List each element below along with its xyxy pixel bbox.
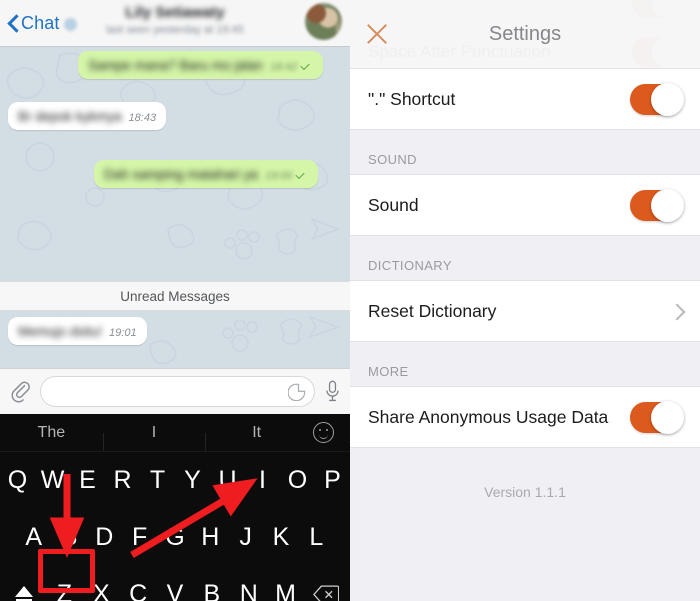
message-time: 19:00 — [264, 170, 293, 182]
message-time: 19:01 — [109, 327, 137, 339]
toggle-period-shortcut[interactable] — [630, 82, 684, 116]
key-e[interactable]: E — [70, 452, 105, 509]
chevron-left-icon — [8, 14, 19, 33]
key-l[interactable]: L — [299, 509, 334, 566]
row-label: Share Anonymous Usage Data — [368, 406, 609, 427]
prediction-bar: The I It — [0, 414, 350, 452]
message-row[interactable]: Dah samping matahari ya 19:00 — [94, 160, 319, 188]
prediction-candidate-2[interactable]: I — [102, 424, 206, 451]
key-j[interactable]: J — [228, 509, 263, 566]
message-meta: 18:42 — [270, 61, 314, 73]
chat-bubble-outgoing[interactable]: Sampe mana? Baru mo jalan 18:42 — [78, 51, 324, 79]
shift-key[interactable] — [2, 585, 46, 601]
keyboard-row-1: Q W E R T Y U I O P — [0, 452, 350, 509]
message-row[interactable]: Sampe mana? Baru mo jalan 18:42 — [78, 51, 324, 79]
key-x[interactable]: X — [83, 566, 120, 601]
key-y[interactable]: Y — [175, 452, 210, 509]
paperclip-icon[interactable] — [9, 380, 31, 404]
chat-panel: Chat Lily Setiawaty last seen yesterday … — [0, 0, 350, 601]
backspace-key[interactable] — [304, 585, 348, 601]
row-label: Sound — [368, 194, 419, 215]
message-text: Sampe mana? Baru mo jalan — [88, 58, 263, 73]
key-a[interactable]: A — [16, 509, 51, 566]
key-z[interactable]: Z — [46, 566, 83, 601]
message-row[interactable]: Memujo dsitu! 19:01 — [8, 317, 147, 345]
key-h[interactable]: H — [193, 509, 228, 566]
prediction-candidate-3[interactable]: It — [205, 424, 308, 451]
key-r[interactable]: R — [105, 452, 140, 509]
back-button[interactable]: Chat — [8, 12, 78, 34]
unread-count-badge — [64, 18, 78, 31]
settings-header: Settings — [350, 0, 700, 68]
key-k[interactable]: K — [263, 509, 298, 566]
key-p[interactable]: P — [315, 452, 350, 509]
settings-row-reset-dictionary[interactable]: Reset Dictionary — [350, 280, 700, 342]
chat-bubble-outgoing[interactable]: Dah samping matahari ya 19:00 — [94, 160, 319, 188]
key-b[interactable]: B — [193, 566, 230, 601]
message-text: Dah samping matahari ya — [104, 167, 258, 182]
page-title: Settings — [488, 22, 562, 45]
message-meta: 19:00 — [265, 170, 309, 182]
message-text: Br depok kykmya — [18, 109, 122, 124]
message-input[interactable] — [40, 376, 315, 407]
row-label: Reset Dictionary — [368, 300, 497, 321]
row-label: "." Shortcut — [368, 88, 456, 109]
chat-bubble-incoming[interactable]: Memujo dsitu! 19:01 — [8, 317, 147, 345]
chat-message-list-lower[interactable]: Memujo dsitu! 19:01 — [0, 311, 350, 368]
avatar[interactable] — [305, 3, 342, 40]
key-g[interactable]: G — [157, 509, 192, 566]
key-w[interactable]: W — [35, 452, 70, 509]
key-m[interactable]: M — [267, 566, 304, 601]
section-header-dictionary: DICTIONARY — [350, 236, 700, 280]
key-t[interactable]: T — [140, 452, 175, 509]
chat-bubble-incoming[interactable]: Br depok kykmya 18:43 — [8, 102, 167, 130]
microphone-icon[interactable] — [324, 379, 341, 404]
message-row[interactable]: Br depok kykmya 18:43 — [8, 102, 167, 130]
keyboard-row-3: Z X C V B N M — [0, 566, 350, 601]
smiley-icon — [312, 422, 334, 443]
emoji-button[interactable] — [308, 422, 338, 443]
version-label: Version 1.1.1 — [484, 484, 566, 500]
key-d[interactable]: D — [87, 509, 122, 566]
settings-panel: Space After Punctuation Settings "." Sho… — [350, 0, 700, 601]
message-meta: 18:43 — [129, 112, 157, 124]
chevron-right-icon — [671, 302, 682, 320]
section-header-sound: SOUND — [350, 130, 700, 174]
section-header-more: MORE — [350, 342, 700, 386]
toggle-share-usage-data[interactable] — [630, 400, 684, 434]
message-time: 18:42 — [269, 61, 298, 73]
unread-messages-divider: Unread Messages — [0, 281, 350, 311]
toggle-sound[interactable] — [630, 188, 684, 222]
key-c[interactable]: C — [120, 566, 157, 601]
message-meta: 19:01 — [109, 327, 137, 339]
key-n[interactable]: N — [230, 566, 267, 601]
keyboard-row-2: A S D F G H J K L — [0, 509, 350, 566]
key-o[interactable]: O — [280, 452, 315, 509]
key-s[interactable]: S — [51, 509, 86, 566]
screenshot-root: Chat Lily Setiawaty last seen yesterday … — [0, 0, 700, 601]
shift-icon — [13, 585, 35, 601]
read-receipt-icon — [295, 172, 308, 181]
backspace-icon — [313, 585, 340, 601]
read-receipt-icon — [300, 63, 313, 72]
key-u[interactable]: U — [210, 452, 245, 509]
settings-row-sound[interactable]: Sound — [350, 174, 700, 236]
virtual-keyboard: The I It Q W E R T Y U I O P A S D F G H… — [0, 414, 350, 601]
key-f[interactable]: F — [122, 509, 157, 566]
sticker-icon[interactable] — [288, 383, 306, 401]
key-i[interactable]: I — [245, 452, 280, 509]
chat-navbar: Chat Lily Setiawaty last seen yesterday … — [0, 0, 350, 47]
key-v[interactable]: V — [157, 566, 194, 601]
prediction-candidate-1[interactable]: The — [0, 424, 103, 442]
chat-input-bar — [0, 368, 350, 414]
back-button-label: Chat — [21, 12, 60, 33]
message-text: Memujo dsitu! — [18, 324, 103, 339]
chat-message-list[interactable]: Sampe mana? Baru mo jalan 18:42 Br depok… — [0, 47, 350, 281]
key-q[interactable]: Q — [0, 452, 35, 509]
settings-row-share-usage-data[interactable]: Share Anonymous Usage Data — [350, 386, 700, 448]
message-time: 18:43 — [128, 112, 157, 124]
